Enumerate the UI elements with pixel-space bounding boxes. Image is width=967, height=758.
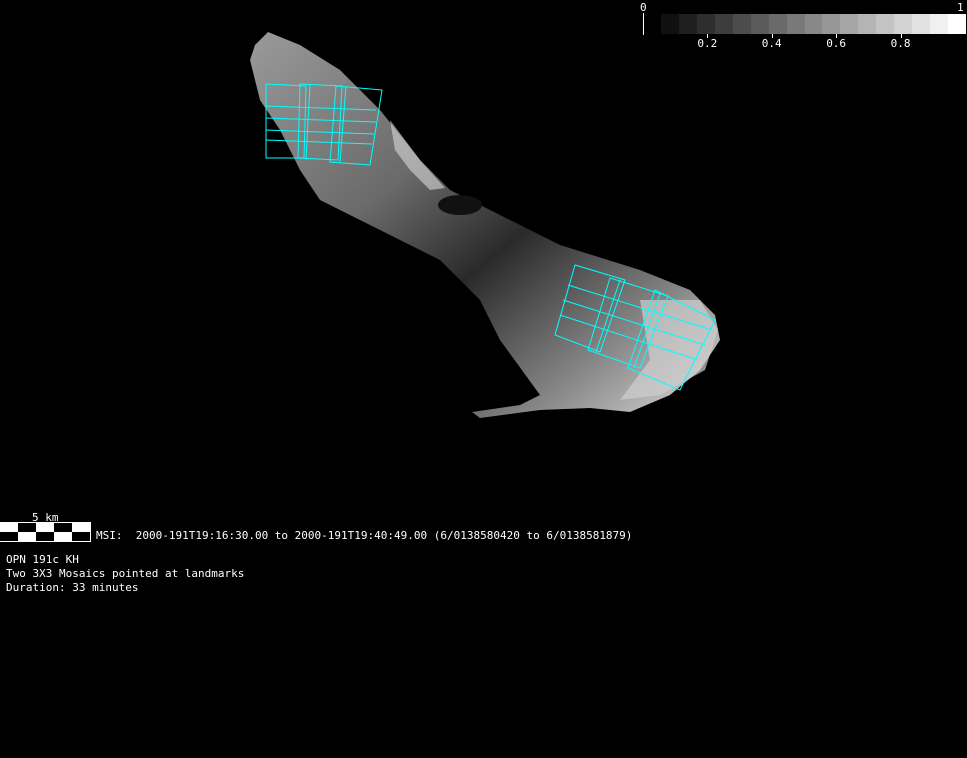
colorbar-swatch — [912, 14, 931, 34]
scale-bar-cell — [72, 532, 90, 541]
colorbar-swatch — [768, 14, 788, 34]
colorbar-min-label: 0 — [640, 1, 647, 14]
scale-bar-cell — [18, 523, 36, 532]
scale-bar-cell — [72, 523, 90, 532]
scale-bar-cell — [0, 532, 18, 541]
colorbar-max-label: 1 — [957, 1, 964, 14]
opn-label: OPN 191c KH — [6, 553, 79, 566]
colorbar-swatch — [732, 14, 752, 34]
colorbar-tick-label: 0.6 — [826, 37, 847, 50]
colorbar-tick-label: 0.4 — [761, 37, 782, 50]
colorbar-zero-marker — [643, 13, 644, 35]
colorbar-swatch — [876, 14, 895, 34]
scale-bar-cell — [36, 532, 54, 541]
colorbar-swatch — [678, 14, 698, 34]
colorbar-swatch — [661, 14, 680, 34]
scale-bar-cell — [36, 523, 54, 532]
colorbar-swatch — [696, 14, 716, 34]
scale-bar-cell — [0, 523, 18, 532]
scale-bar-cell — [54, 523, 72, 532]
duration: Duration: 33 minutes — [6, 581, 139, 594]
msi-time-range: MSI: 2000-191T19:16:30.00 to 2000-191T19… — [96, 529, 633, 542]
colorbar-swatch — [930, 14, 949, 34]
colorbar-tick-label: 0.2 — [697, 37, 718, 50]
colorbar-swatch — [714, 14, 734, 34]
colorbar-swatch — [948, 14, 967, 34]
scale-bar-cell — [54, 532, 72, 541]
crater — [438, 195, 482, 215]
colorbar-swatch — [894, 14, 913, 34]
colorbar-swatch — [750, 14, 770, 34]
asteroid-shape — [250, 32, 720, 418]
colorbar-swatch — [858, 14, 877, 34]
colorbar-swatch — [840, 14, 859, 34]
scale-bar-cell — [18, 532, 36, 541]
asteroid-render — [250, 32, 720, 418]
description: Two 3X3 Mosaics pointed at landmarks — [6, 567, 245, 580]
colorbar-swatch — [804, 14, 823, 34]
colorbar-swatch — [822, 14, 841, 34]
colorbar-swatch — [786, 14, 806, 34]
colorbar-tick-label: 0.8 — [890, 37, 911, 50]
